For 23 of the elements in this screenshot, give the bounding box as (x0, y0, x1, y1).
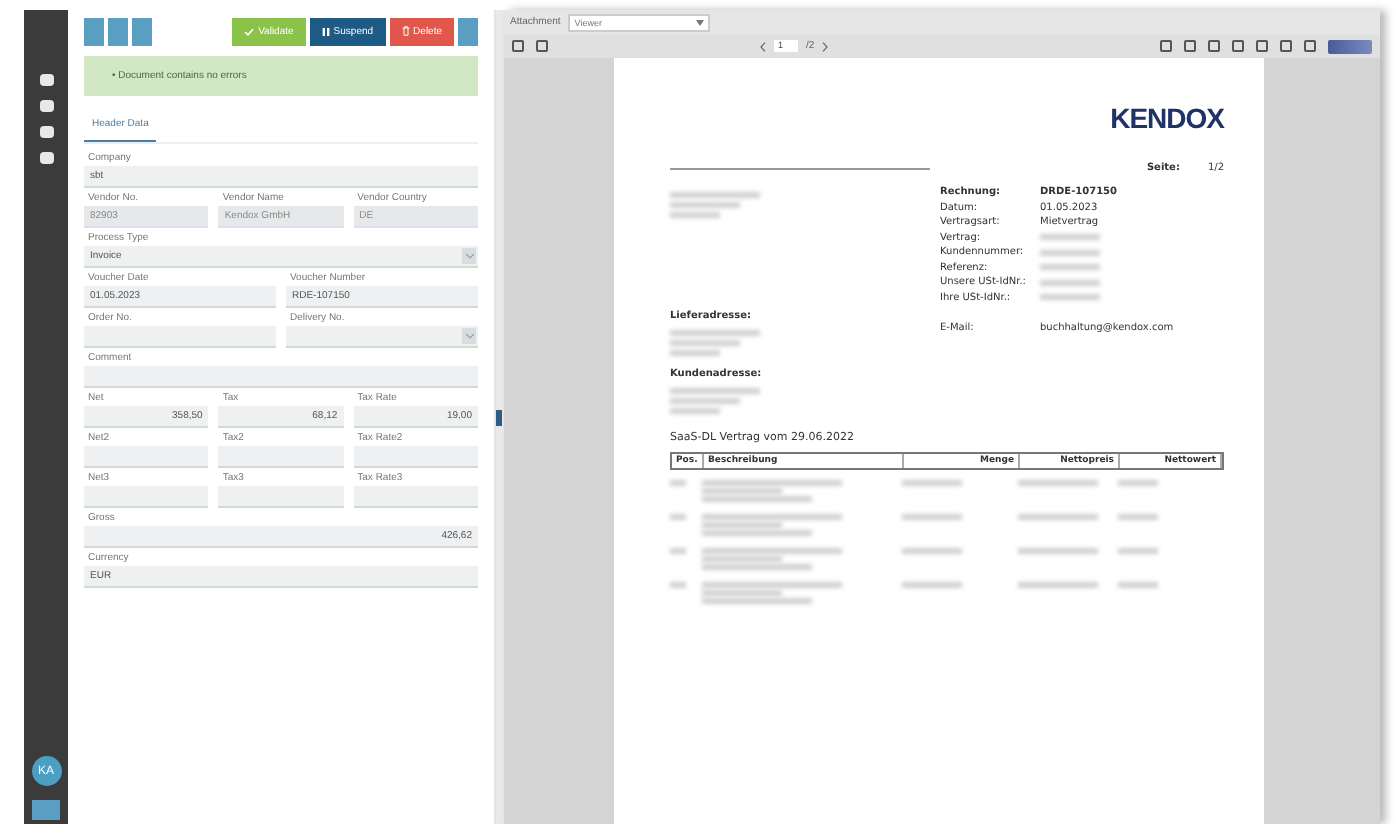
menu-button[interactable] (84, 17, 104, 45)
pause-icon (321, 27, 330, 35)
input-field[interactable] (218, 486, 344, 508)
chevron-down-icon (462, 248, 476, 264)
next-button[interactable] (132, 17, 152, 45)
caret-icon (696, 19, 705, 25)
input-field[interactable] (353, 446, 478, 468)
input-field[interactable] (84, 446, 209, 468)
input-field[interactable] (84, 486, 209, 508)
splitter-handle[interactable] (496, 409, 502, 425)
company-logo: KENDOX (1110, 102, 1224, 134)
input-field[interactable] (353, 486, 478, 508)
check-icon (244, 27, 255, 35)
input-field[interactable] (218, 446, 344, 468)
chevron-down-icon (462, 328, 476, 344)
input-field[interactable] (84, 326, 276, 348)
input-field[interactable] (84, 366, 478, 388)
chevron-right-icon[interactable] (822, 41, 829, 51)
chevron-left-icon[interactable] (760, 41, 766, 51)
trash-icon (401, 26, 410, 36)
prev-button[interactable] (108, 17, 128, 45)
more-button[interactable] (458, 17, 478, 45)
select-field[interactable] (286, 326, 478, 348)
